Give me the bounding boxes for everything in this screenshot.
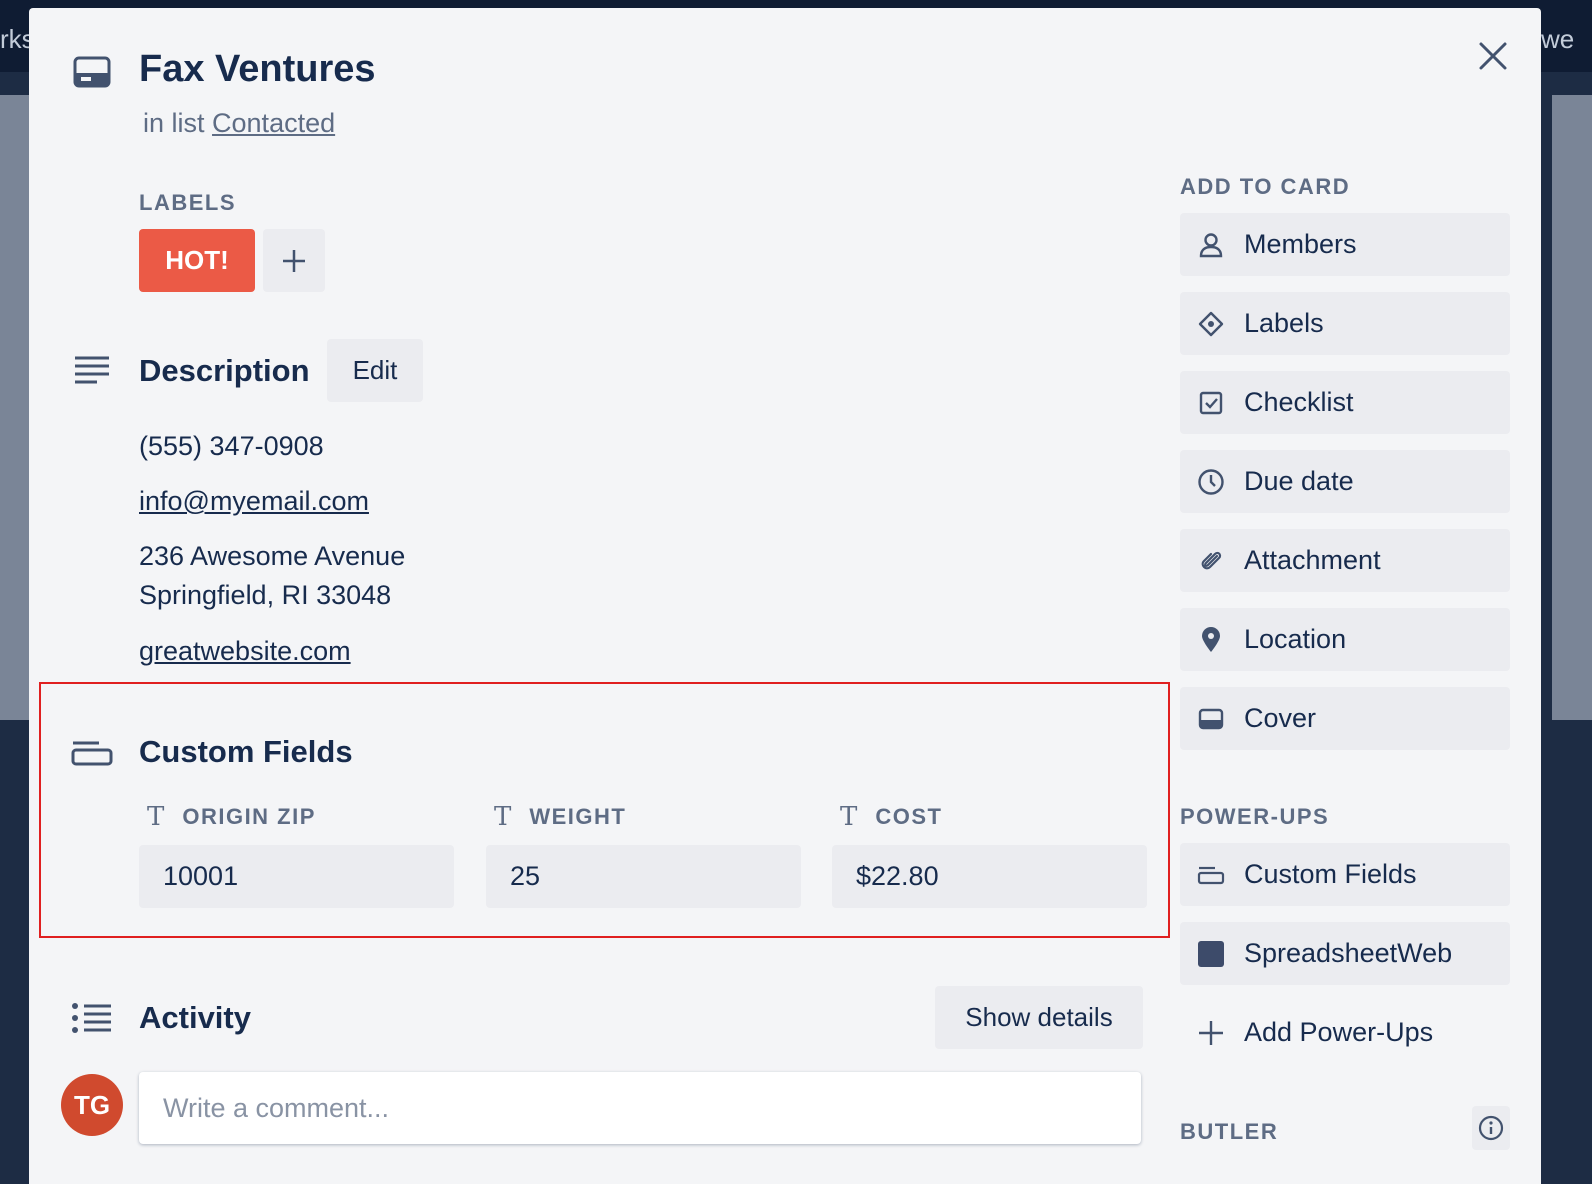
butler-heading: BUTLER: [1180, 1119, 1279, 1144]
weight-field[interactable]: 25: [486, 845, 801, 908]
list-link[interactable]: Contacted: [212, 108, 335, 138]
cover-label: Cover: [1244, 703, 1317, 733]
field-label-origin-zip: T ORIGIN ZIP: [147, 802, 316, 832]
activity-heading: Activity: [139, 1000, 251, 1035]
add-to-card-heading: ADD TO CARD: [1180, 174, 1351, 199]
activity-icon: [71, 1002, 113, 1039]
location-button[interactable]: Location: [1180, 608, 1510, 671]
edit-description-button[interactable]: Edit: [327, 339, 423, 402]
description-website-link[interactable]: greatwebsite.com: [139, 636, 351, 666]
custom-fields-icon: [1196, 860, 1226, 890]
spreadsheetweb-label: SpreadsheetWeb: [1244, 938, 1453, 968]
board-left-text: rks: [0, 24, 29, 54]
custom-fields-icon: [71, 739, 113, 772]
add-label-button[interactable]: [263, 229, 325, 292]
origin-zip-field[interactable]: 10001: [139, 845, 454, 908]
description-icon: [73, 355, 111, 390]
attachment-button[interactable]: Attachment: [1180, 529, 1510, 592]
spreadsheetweb-icon: [1196, 939, 1226, 969]
list-info: in list Contacted: [143, 108, 335, 139]
checklist-label: Checklist: [1244, 387, 1354, 417]
avatar[interactable]: TG: [61, 1074, 123, 1136]
labels-button[interactable]: Labels: [1180, 292, 1510, 355]
cost-field[interactable]: $22.80: [832, 845, 1147, 908]
field-label-weight: T WEIGHT: [494, 802, 627, 832]
checklist-button[interactable]: Checklist: [1180, 371, 1510, 434]
due-date-label: Due date: [1244, 466, 1354, 496]
description-heading: Description: [139, 353, 310, 388]
location-label: Location: [1244, 624, 1347, 654]
paperclip-icon: [1196, 546, 1226, 576]
labels-label: Labels: [1244, 308, 1324, 338]
board-right-strip: [1552, 95, 1592, 720]
close-icon[interactable]: [1475, 38, 1511, 74]
powerups-heading: POWER-UPS: [1180, 804, 1330, 829]
plus-icon: [1196, 1018, 1226, 1048]
description-address-line1: 236 Awesome Avenue: [139, 541, 406, 571]
cover-button[interactable]: Cover: [1180, 687, 1510, 750]
person-icon: [1196, 230, 1226, 260]
pin-icon: [1196, 625, 1226, 655]
info-icon[interactable]: [1472, 1106, 1510, 1150]
add-powerups-button[interactable]: Add Power-Ups: [1180, 1001, 1510, 1064]
description-email-link[interactable]: info@myemail.com: [139, 486, 369, 516]
description-address-line2: Springfield, RI 33048: [139, 580, 392, 610]
field-label-cost: T COST: [840, 802, 943, 832]
cover-icon: [1196, 704, 1226, 734]
text-type-icon: T: [840, 802, 858, 832]
attachment-label: Attachment: [1244, 545, 1381, 575]
due-date-button[interactable]: Due date: [1180, 450, 1510, 513]
plus-icon: [283, 249, 305, 272]
text-type-icon: T: [147, 802, 165, 832]
tag-icon: [1196, 309, 1226, 339]
custom-fields-powerup-label: Custom Fields: [1244, 859, 1417, 889]
description-phone: (555) 347-0908: [139, 431, 324, 461]
clock-icon: [1196, 467, 1226, 497]
labels-heading: LABELS: [139, 190, 236, 215]
card-title[interactable]: Fax Ventures: [139, 48, 376, 91]
members-label: Members: [1244, 229, 1357, 259]
spreadsheetweb-button[interactable]: SpreadsheetWeb: [1180, 922, 1510, 985]
card-icon: [73, 56, 111, 93]
checkbox-icon: [1196, 388, 1226, 418]
text-type-icon: T: [494, 802, 512, 832]
card-detail-modal: Fax Ventures in list Contacted LABELS HO…: [29, 8, 1541, 1184]
add-powerups-label: Add Power-Ups: [1244, 1017, 1434, 1047]
comment-input[interactable]: Write a comment...: [139, 1072, 1141, 1144]
show-details-button[interactable]: Show details: [935, 986, 1143, 1049]
members-button[interactable]: Members: [1180, 213, 1510, 276]
label-hot[interactable]: HOT!: [139, 229, 255, 292]
custom-fields-heading: Custom Fields: [139, 734, 353, 769]
custom-fields-powerup-button[interactable]: Custom Fields: [1180, 843, 1510, 906]
board-right-text: we: [1541, 24, 1575, 54]
in-list-prefix: in list: [143, 108, 205, 138]
